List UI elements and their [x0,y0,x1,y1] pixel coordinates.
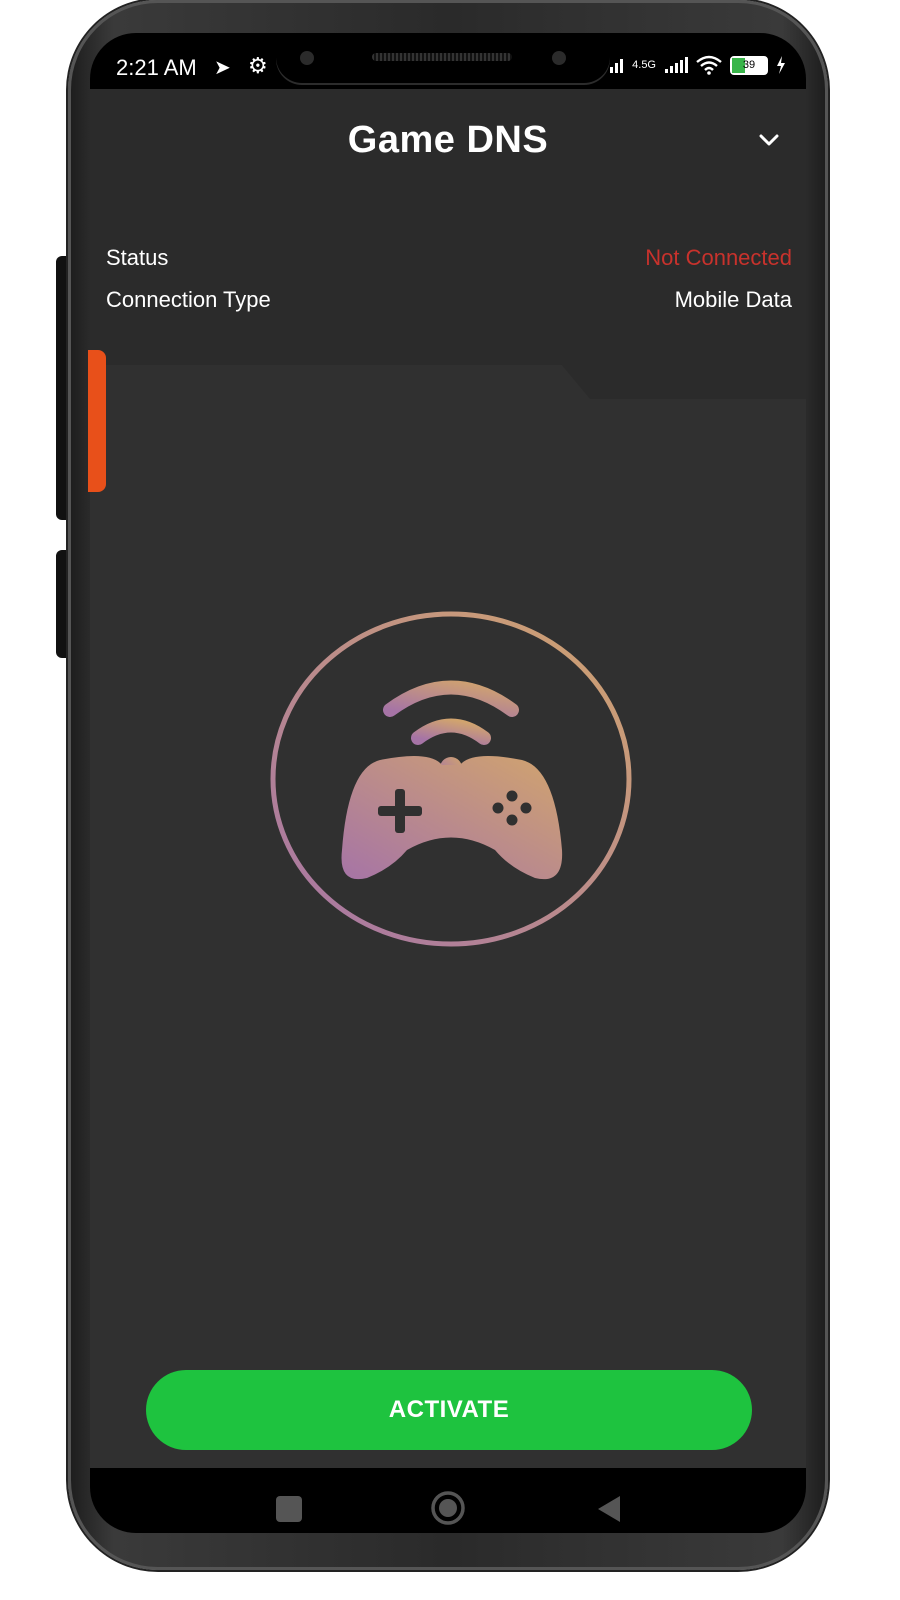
page-title: Game DNS [347,119,549,161]
cpu-icon: ⚙ [248,53,268,78]
sensor-icon [300,51,314,65]
recents-square-icon[interactable] [276,1496,302,1522]
telegram-icon: ➤ [214,57,231,79]
battery-icon: 39 [730,55,768,75]
connection-type-value: Mobile Data [674,287,792,312]
connection-type-row: Connection Type Mobile Data [106,287,792,313]
back-triangle-icon[interactable] [594,1494,624,1524]
home-circle-icon[interactable] [430,1490,466,1526]
camera-notch [276,33,610,85]
camera-icon [552,51,566,65]
connection-type-label: Connection Type [106,287,271,312]
chevron-down-icon[interactable] [758,129,780,151]
status-time: 2:21 AM [116,55,197,80]
status-icons: 4.5G 39 [608,55,786,75]
wifi-icon [696,55,722,75]
game-controller-wifi-icon[interactable] [270,610,632,948]
charging-icon [777,56,785,74]
network-type-label: 4.5G [632,58,656,71]
signal-strength-icon [665,57,688,73]
signal-icon [610,59,624,73]
activate-button[interactable]: ACTIVATE [146,1370,752,1450]
speaker-grille [372,53,512,61]
header-tab-decoration [560,363,806,399]
drawer-handle[interactable] [88,350,106,492]
status-label: Status [106,245,169,270]
status-bar: 2:21 AM ➤ ⚙ 4.5G 39 [90,33,806,89]
status-row: Status Not Connected [106,245,792,271]
status-value: Not Connected [645,245,792,270]
system-nav-bar [90,1468,806,1533]
